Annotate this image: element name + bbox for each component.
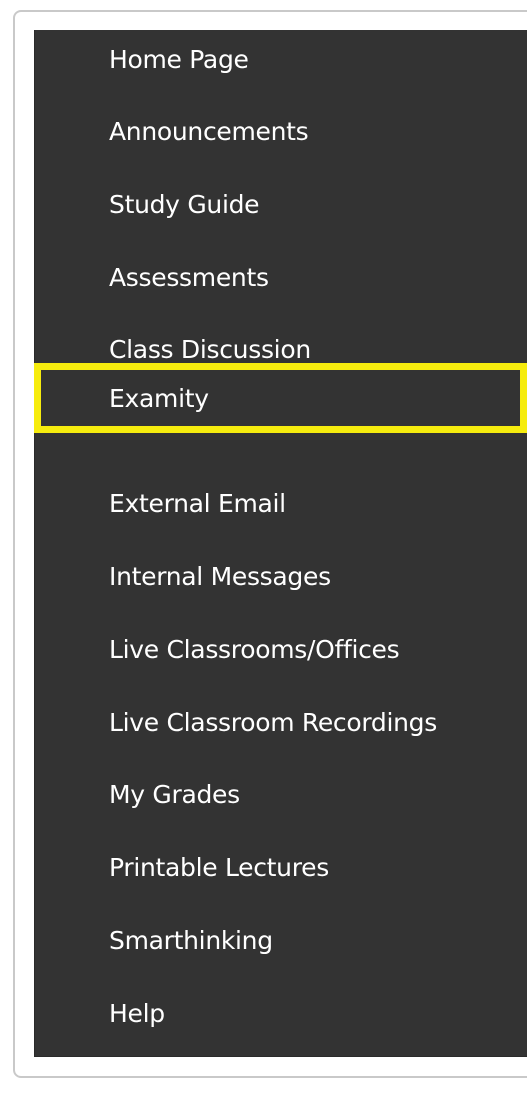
nav-item-external-email[interactable]: External Email — [109, 484, 286, 524]
nav-item-class-discussion[interactable]: Class Discussion — [109, 330, 311, 370]
nav-item-help[interactable]: Help — [109, 994, 165, 1034]
examity-highlight-box — [34, 363, 527, 433]
nav-item-live-classrooms-offices[interactable]: Live Classrooms/Offices — [109, 630, 400, 670]
nav-item-examity[interactable]: Examity — [109, 379, 209, 419]
course-navigation-menu: Home Page Announcements Study Guide Asse… — [34, 30, 527, 1057]
nav-item-smarthinking[interactable]: Smarthinking — [109, 921, 273, 961]
nav-item-announcements[interactable]: Announcements — [109, 112, 309, 152]
nav-item-live-classroom-recordings[interactable]: Live Classroom Recordings — [109, 703, 437, 743]
nav-item-home-page[interactable]: Home Page — [109, 40, 249, 80]
nav-item-assessments[interactable]: Assessments — [109, 258, 269, 298]
nav-item-internal-messages[interactable]: Internal Messages — [109, 557, 331, 597]
nav-item-my-grades[interactable]: My Grades — [109, 775, 240, 815]
nav-item-study-guide[interactable]: Study Guide — [109, 185, 260, 225]
nav-item-printable-lectures[interactable]: Printable Lectures — [109, 848, 329, 888]
